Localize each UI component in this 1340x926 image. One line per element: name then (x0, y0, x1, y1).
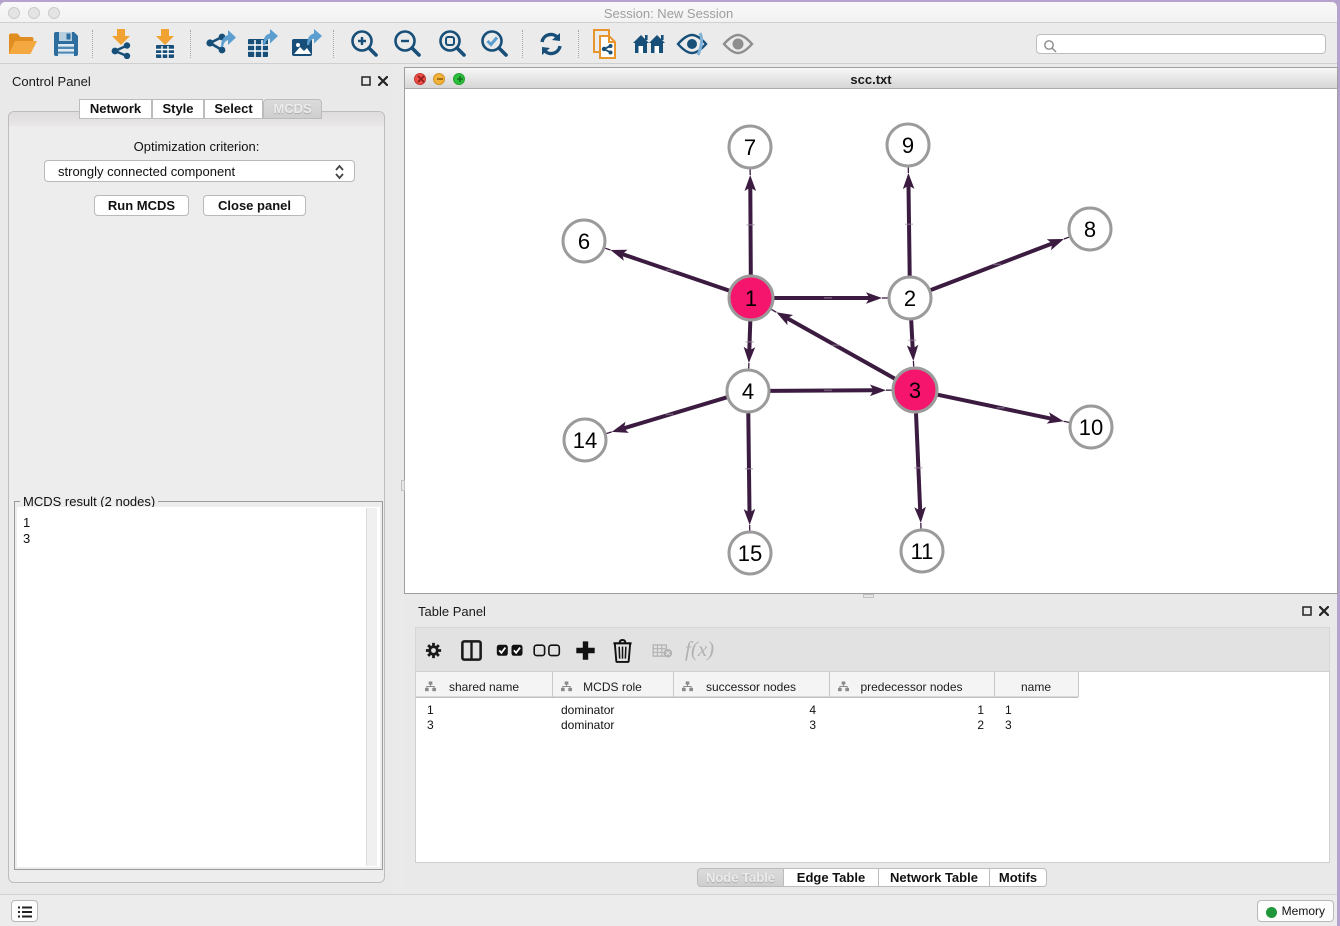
svg-text:8: 8 (1084, 217, 1096, 242)
svg-text:4: 4 (742, 379, 754, 404)
svg-text:7: 7 (744, 135, 756, 160)
svg-text:2: 2 (904, 286, 916, 311)
svg-text:6: 6 (578, 229, 590, 254)
svg-text:11: 11 (911, 539, 934, 564)
svg-text:10: 10 (1079, 415, 1103, 440)
svg-text:15: 15 (738, 541, 762, 566)
svg-text:14: 14 (573, 428, 597, 453)
svg-text:3: 3 (909, 378, 921, 403)
svg-text:9: 9 (902, 133, 914, 158)
svg-text:1: 1 (745, 286, 757, 311)
